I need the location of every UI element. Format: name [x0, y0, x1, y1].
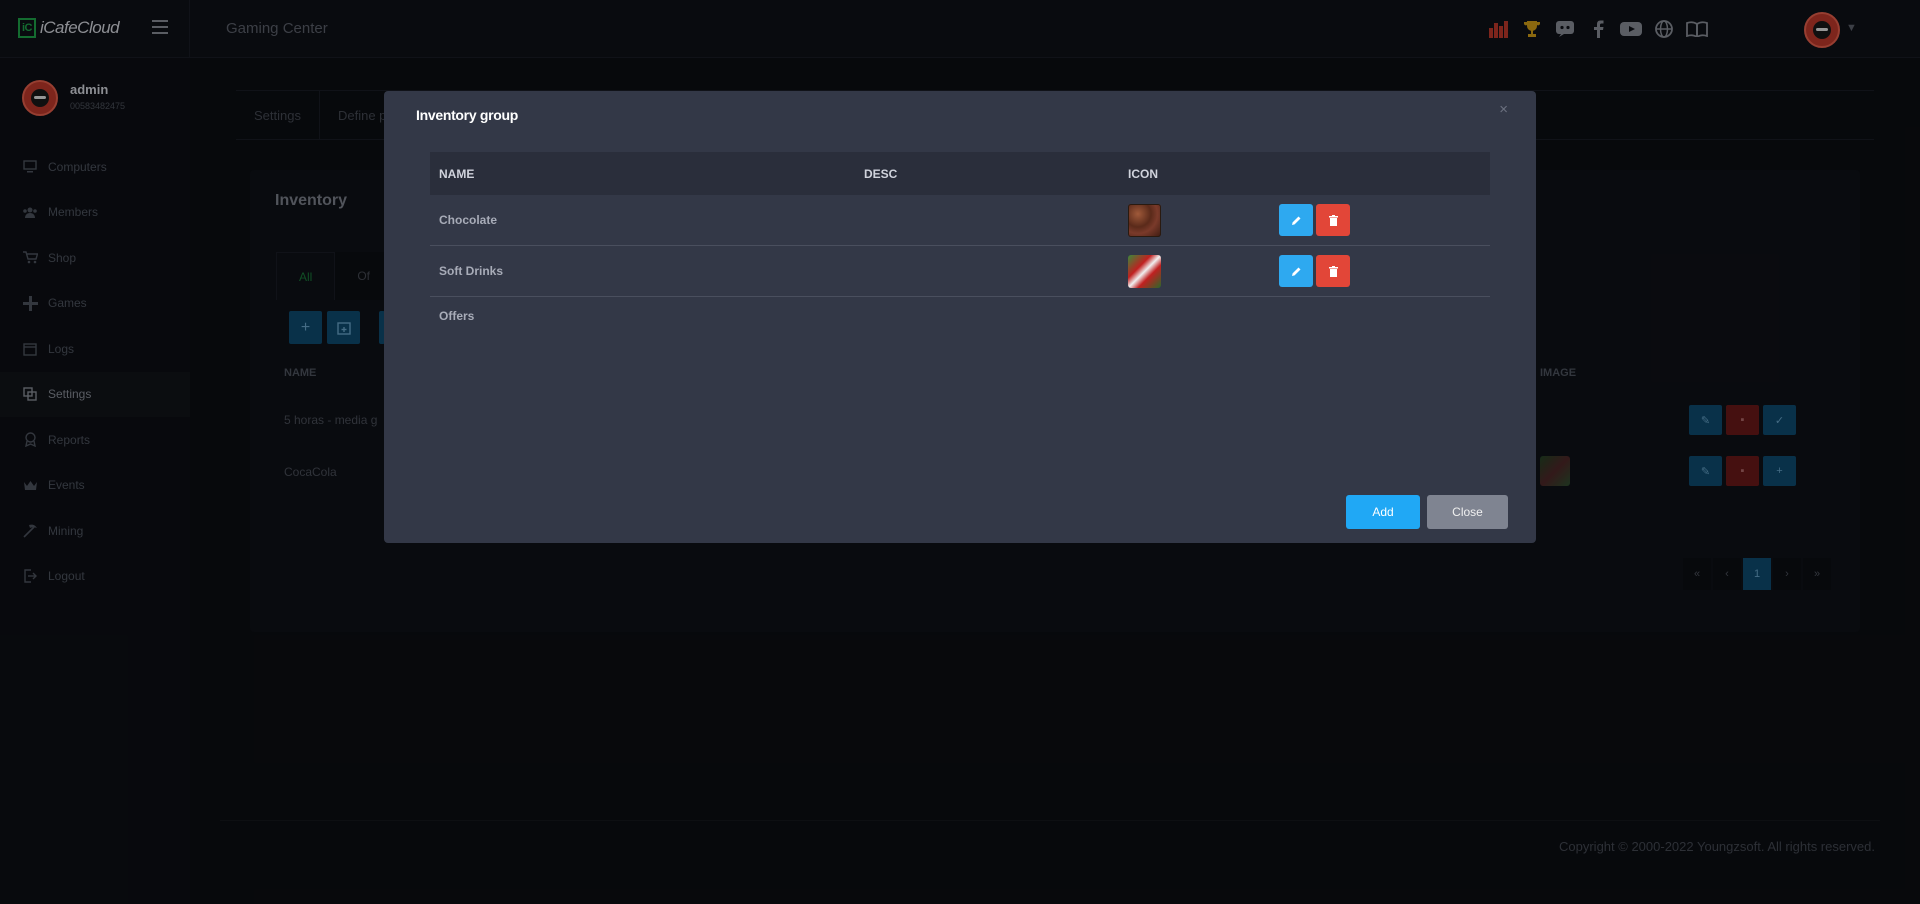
- pencil-icon: [1291, 267, 1300, 276]
- table-row: Offers: [430, 297, 1490, 333]
- add-button[interactable]: Add: [1346, 495, 1420, 529]
- close-icon[interactable]: ×: [1499, 101, 1508, 118]
- delete-group-button[interactable]: [1316, 255, 1350, 287]
- trash-icon: [1328, 214, 1338, 226]
- column-header-icon: ICON: [1128, 166, 1158, 181]
- column-header-desc: DESC: [864, 166, 898, 181]
- edit-group-button[interactable]: [1279, 255, 1313, 287]
- table-row: Soft Drinks: [430, 246, 1490, 297]
- soft-drinks-thumbnail: [1128, 254, 1161, 288]
- delete-group-button[interactable]: [1316, 204, 1350, 236]
- trash-icon: [1328, 265, 1338, 277]
- group-name: Chocolate: [439, 213, 498, 227]
- group-name: Offers: [439, 309, 475, 323]
- column-header-name: NAME: [439, 166, 475, 181]
- chocolate-thumbnail: [1128, 203, 1161, 237]
- group-name: Soft Drinks: [439, 264, 504, 278]
- inventory-group-table: NAME DESC ICON Chocolate Soft Drinks Off…: [430, 152, 1490, 333]
- inventory-group-modal: Inventory group × NAME DESC ICON Chocola…: [384, 91, 1536, 543]
- modal-title: Inventory group: [416, 107, 519, 123]
- close-button[interactable]: Close: [1427, 495, 1508, 529]
- table-row: Chocolate: [430, 195, 1490, 246]
- pencil-icon: [1291, 216, 1300, 225]
- table-header: NAME DESC ICON: [430, 152, 1490, 195]
- edit-group-button[interactable]: [1279, 204, 1313, 236]
